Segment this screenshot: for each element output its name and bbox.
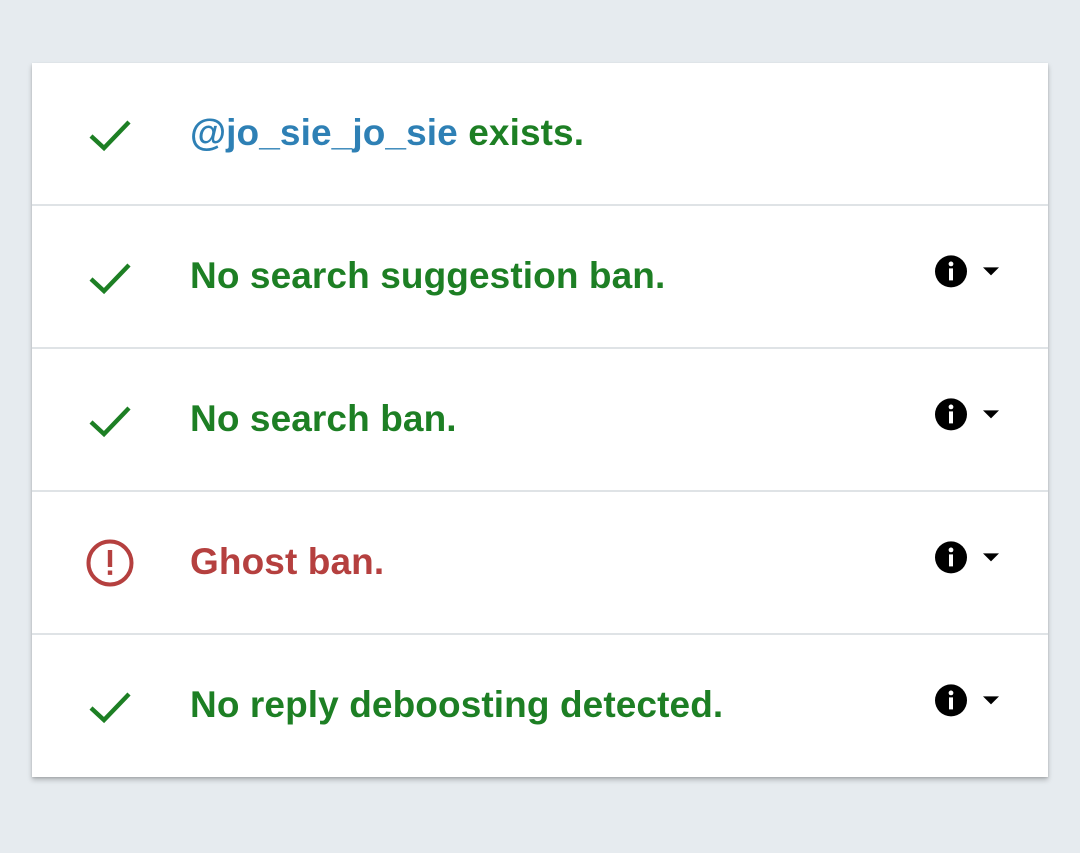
row-actions	[934, 537, 1000, 577]
username-link[interactable]: @jo_sie_jo_sie	[190, 112, 458, 153]
result-text: @jo_sie_jo_sie exists.	[190, 111, 585, 153]
caret-down-icon[interactable]	[982, 548, 1000, 566]
results-card: @jo_sie_jo_sie exists. No search suggest…	[32, 63, 1048, 777]
result-text: No search ban.	[190, 397, 457, 439]
info-icon[interactable]	[934, 254, 968, 288]
alert-circle-icon	[86, 539, 134, 587]
result-text: Ghost ban.	[190, 540, 385, 582]
check-icon	[86, 110, 134, 158]
caret-down-icon[interactable]	[982, 405, 1000, 423]
info-icon[interactable]	[934, 540, 968, 574]
check-icon	[86, 682, 134, 730]
caret-down-icon[interactable]	[982, 262, 1000, 280]
result-row-ghost-ban: Ghost ban.	[32, 492, 1048, 635]
caret-down-icon[interactable]	[982, 691, 1000, 709]
check-icon	[86, 253, 134, 301]
result-row-search-ban: No search ban.	[32, 349, 1048, 492]
info-icon[interactable]	[934, 683, 968, 717]
result-row-exists: @jo_sie_jo_sie exists.	[32, 63, 1048, 206]
row-actions	[934, 394, 1000, 434]
result-text: No search suggestion ban.	[190, 254, 666, 296]
result-text: No reply deboosting detected.	[190, 684, 724, 726]
result-row-search-suggestion-ban: No search suggestion ban.	[32, 206, 1048, 349]
check-icon	[86, 396, 134, 444]
row-actions	[934, 680, 1000, 720]
result-row-reply-deboosting: No reply deboosting detected.	[32, 635, 1048, 777]
row-actions	[934, 251, 1000, 291]
info-icon[interactable]	[934, 397, 968, 431]
